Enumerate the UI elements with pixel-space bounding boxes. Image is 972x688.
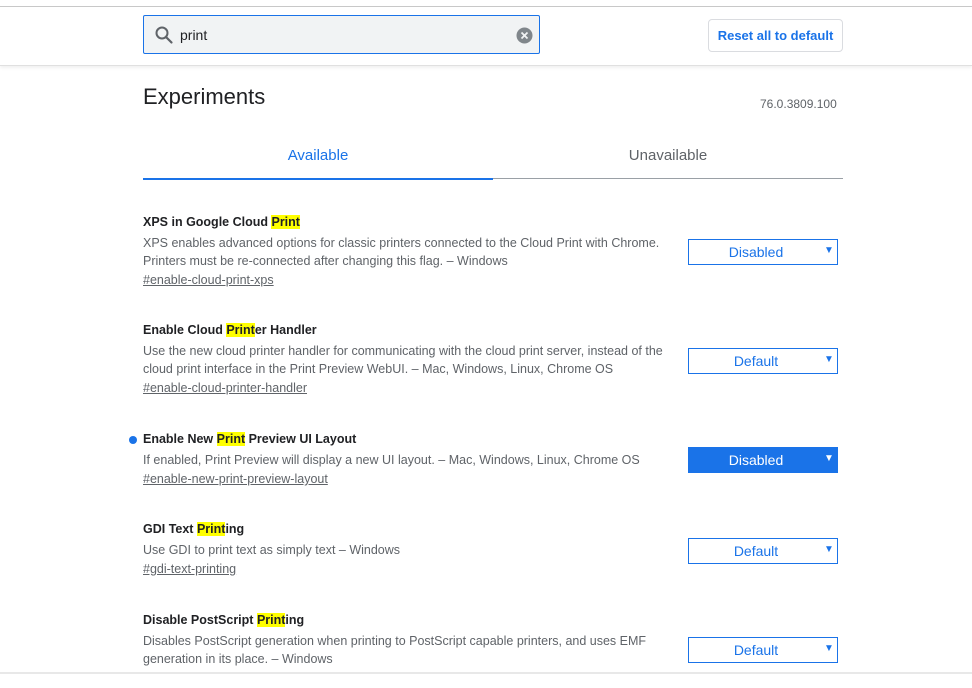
experiment-title: Disable PostScript Printing [143, 613, 305, 627]
search-match-highlight: Print [226, 323, 255, 337]
flags-header: Reset all to default [0, 7, 972, 66]
dropdown-arrow-icon: ▼ [824, 453, 834, 464]
experiment-title: Enable New Print Preview UI Layout [143, 432, 357, 446]
experiment-title: Enable Cloud Printer Handler [143, 323, 317, 337]
search-match-highlight: Print [271, 215, 300, 229]
tab-available[interactable]: Available [143, 133, 493, 178]
reset-all-button[interactable]: Reset all to default [708, 19, 843, 52]
dropdown-arrow-icon: ▼ [824, 643, 834, 654]
select-value: Default [733, 642, 779, 658]
experiment-description: Disables PostScript generation when prin… [143, 634, 647, 666]
experiment-permalink[interactable]: #gdi-text-printing [143, 562, 236, 576]
modified-indicator-dot [129, 436, 137, 444]
experiment-permalink[interactable]: #enable-cloud-print-xps [143, 273, 274, 287]
experiment-permalink[interactable]: #enable-new-print-preview-layout [143, 472, 328, 486]
version-number: 76.0.3809.100 [760, 97, 837, 111]
select-value: Disabled [728, 244, 784, 260]
experiment-title: GDI Text Printing [143, 522, 245, 536]
search-match-highlight: Print [256, 613, 286, 627]
experiment-description: Use the new cloud printer handler for co… [143, 344, 663, 376]
experiment-permalink[interactable]: #enable-cloud-printer-handler [143, 381, 307, 395]
page-title: Experiments [143, 84, 266, 109]
experiment-description: If enabled, Print Preview will display a… [143, 453, 640, 467]
tab-selected-indicator [143, 178, 493, 180]
experiment-description: Use GDI to print text as simply text – W… [143, 543, 401, 557]
select-value: Default [733, 543, 779, 559]
experiment-state-select[interactable]: Default ▼ [688, 348, 838, 374]
tab-strip: Available Unavailable [143, 133, 843, 180]
experiment-state-select[interactable]: Disabled ▼ [688, 239, 838, 265]
dropdown-arrow-icon: ▼ [824, 245, 834, 256]
clear-search-icon[interactable] [516, 27, 533, 44]
experiment-title: XPS in Google Cloud Print [143, 215, 300, 229]
dropdown-arrow-icon: ▼ [824, 544, 834, 555]
bottom-edge [0, 672, 972, 674]
experiment-state-select[interactable]: Default ▼ [688, 538, 838, 564]
search-input[interactable] [180, 24, 500, 46]
experiment-state-select[interactable]: Disabled ▼ [688, 447, 838, 473]
search-match-highlight: Print [216, 432, 246, 446]
search-icon [155, 26, 173, 44]
search-box[interactable] [143, 15, 540, 54]
select-value: Disabled [728, 452, 784, 468]
select-value: Default [733, 353, 779, 369]
dropdown-arrow-icon: ▼ [824, 354, 834, 365]
tab-unavailable[interactable]: Unavailable [493, 133, 843, 178]
experiment-description: XPS enables advanced options for classic… [143, 236, 660, 268]
experiment-state-select[interactable]: Default ▼ [688, 637, 838, 663]
search-match-highlight: Print [196, 522, 226, 536]
